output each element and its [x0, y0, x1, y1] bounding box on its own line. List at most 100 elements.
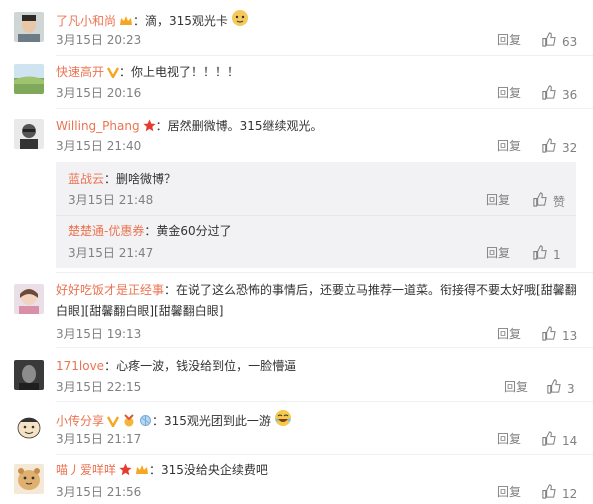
like-button[interactable]: 63	[541, 32, 577, 51]
subreply-like-label: 赞	[553, 194, 566, 209]
like-count: 36	[562, 87, 578, 102]
comment-text: 心疼一波，钱没给到位，一脸懵逼	[116, 359, 297, 373]
subreply-reply-button[interactable]: 回复	[486, 245, 510, 261]
like-button[interactable]: 36	[541, 85, 577, 104]
thumbs-up-icon	[541, 32, 562, 51]
reply-button[interactable]: 回复	[497, 85, 521, 101]
reply-button[interactable]: 回复	[497, 431, 521, 447]
laugh-emoji-icon	[274, 409, 292, 432]
verified-v-icon	[106, 65, 120, 83]
subreply-text: 黄金60分过了	[156, 224, 232, 238]
timestamp: 3月15日 20:23	[56, 33, 142, 47]
comment-text: 居然删微博。315继续观光。	[167, 119, 323, 133]
timestamp: 3月15日 21:40	[56, 139, 142, 153]
comment-item: 了凡小和尚 ：滴，315观光卡 3月15日 20:23 回复 63	[0, 4, 593, 54]
timestamp: 3月15日 21:17	[56, 432, 142, 446]
medal-icon	[122, 414, 136, 432]
divider	[56, 272, 593, 273]
reply-button[interactable]: 回复	[497, 138, 521, 154]
reply-button[interactable]: 回复	[497, 326, 521, 342]
thumbs-up-icon	[541, 138, 562, 157]
verified-v-icon	[106, 414, 120, 432]
subreply-line: 楚楚通-优惠券：黄金60分过了	[68, 224, 232, 238]
subreply-line: 蓝战云：删啥微博？	[68, 172, 177, 186]
avatar[interactable]	[14, 360, 44, 390]
comment-text: 你上电视了！！！！	[131, 65, 240, 79]
thumbs-up-icon	[541, 85, 562, 104]
subreply-like-button[interactable]: 1	[532, 245, 561, 264]
comment-line: 快速高开 ：你上电视了！！！！	[56, 63, 239, 83]
comment-text: 在说了这么恐怖的事情后，还要立马推荐一道菜。衔接得不要太好哦[甜馨翻	[176, 283, 577, 297]
username[interactable]: 快速高开	[56, 65, 104, 79]
avatar[interactable]	[14, 412, 44, 442]
comment-line: 了凡小和尚 ：滴，315观光卡	[56, 9, 249, 32]
username[interactable]: 喵丿爱咩咩	[56, 463, 116, 477]
avatar[interactable]	[14, 464, 44, 494]
avatar[interactable]	[14, 12, 44, 42]
comment-text-continued: 白眼][甜馨翻白眼][甜馨翻白眼]	[56, 304, 224, 318]
thumbs-up-icon	[541, 484, 562, 503]
divider	[56, 401, 593, 402]
shell-icon	[139, 414, 152, 432]
comment-item: 快速高开 ：你上电视了！！！！ 3月15日 20:16 回复 36	[0, 57, 593, 107]
thumbs-up-icon	[532, 192, 553, 211]
subreply-timestamp: 3月15日 21:47	[68, 246, 154, 260]
username[interactable]: 好好吃饭才是正经事	[56, 283, 164, 297]
vip-crown-icon	[119, 14, 133, 32]
subreply-like-count: 1	[553, 247, 561, 262]
comment-item: 171love：心疼一波，钱没给到位，一脸懵逼 3月15日 22:15 回复 3	[0, 352, 593, 402]
comment-item: Willing_Phang ：居然删微博。315继续观光。 3月15日 21:40…	[0, 111, 593, 161]
timestamp: 3月15日 21:56	[56, 485, 142, 499]
reply-button[interactable]: 回复	[497, 484, 521, 500]
comment-item: 小传分享 ：315观光团到此一游 3月15日 21:17 回复 14	[0, 404, 593, 454]
subreply-timestamp: 3月15日 21:48	[68, 193, 154, 207]
timestamp: 3月15日 20:16	[56, 86, 142, 100]
reply-button[interactable]: 回复	[497, 32, 521, 48]
like-button[interactable]: 14	[541, 431, 577, 450]
subreply-username[interactable]: 楚楚通-优惠券	[68, 224, 144, 238]
divider	[56, 347, 593, 348]
like-button[interactable]: 32	[541, 138, 577, 157]
username[interactable]: 了凡小和尚	[56, 14, 116, 28]
thumbs-up-icon	[541, 326, 562, 345]
like-count: 12	[562, 486, 578, 501]
comment-text: 滴，315观光卡	[145, 14, 228, 28]
like-count: 63	[562, 34, 578, 49]
subreply-username[interactable]: 蓝战云	[68, 172, 104, 186]
subreply-like-button[interactable]: 赞	[532, 192, 565, 211]
subreply-reply-button[interactable]: 回复	[486, 192, 510, 208]
comment-line: 喵丿爱咩咩 ：315没给央企续费吧	[56, 461, 268, 481]
like-count: 14	[562, 433, 578, 448]
comment-item: 喵丿爱咩咩 ：315没给央企续费吧 3月15日 21:56 回复 12	[0, 456, 593, 504]
star-icon	[142, 119, 156, 137]
comment-text: 315观光团到此一游	[164, 414, 271, 428]
comment-item: 好好吃饭才是正经事：在说了这么恐怖的事情后，还要立马推荐一道菜。衔接得不要太好哦…	[0, 276, 593, 346]
comment-line: 小传分享 ：315观光团到此一游	[56, 409, 292, 432]
like-count: 13	[562, 328, 578, 343]
comment-line: Willing_Phang ：居然删微博。315继续观光。	[56, 117, 323, 137]
like-count: 3	[567, 381, 575, 396]
thumbs-up-icon	[532, 245, 553, 264]
timestamp: 3月15日 19:13	[56, 327, 142, 341]
like-button[interactable]: 3	[546, 379, 575, 398]
username[interactable]: Willing_Phang	[56, 119, 140, 133]
avatar[interactable]	[14, 284, 44, 314]
like-count: 32	[562, 140, 578, 155]
comment-list: 了凡小和尚 ：滴，315观光卡 3月15日 20:23 回复 63 快速高开 ：你上…	[0, 0, 593, 504]
avatar[interactable]	[14, 64, 44, 94]
like-button[interactable]: 12	[541, 484, 577, 503]
dog-emoji-icon	[231, 9, 249, 32]
username[interactable]: 小传分享	[56, 414, 104, 428]
comment-line: 171love：心疼一波，钱没给到位，一脸懵逼	[56, 359, 297, 373]
thumbs-up-icon	[546, 379, 567, 398]
like-button[interactable]: 13	[541, 326, 577, 345]
subreply-divider	[56, 215, 576, 216]
username[interactable]: 171love	[56, 359, 104, 373]
comment-text: 315没给央企续费吧	[161, 463, 268, 477]
subreply-box: 蓝战云：删啥微博？ 3月15日 21:48 回复 赞 楚楚通-优惠券：黄金60分…	[56, 162, 576, 268]
vip-crown-icon	[135, 463, 149, 481]
comment-line: 好好吃饭才是正经事：在说了这么恐怖的事情后，还要立马推荐一道菜。衔接得不要太好哦…	[56, 283, 577, 297]
avatar[interactable]	[14, 119, 44, 149]
divider	[56, 55, 593, 56]
reply-button[interactable]: 回复	[504, 379, 528, 395]
